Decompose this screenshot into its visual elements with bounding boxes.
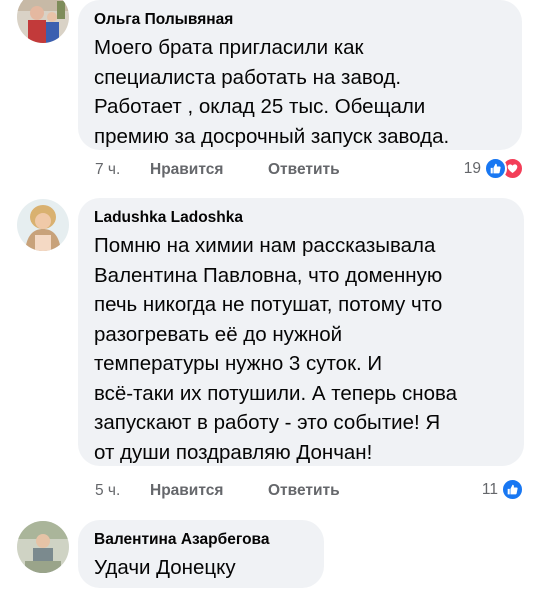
comment-author[interactable]: Ольга Полывяная <box>94 10 506 30</box>
comment-text-line: запускают в работу - это событие! Я <box>94 411 441 434</box>
comment-text-line: специалиста работать на завод. <box>94 65 402 89</box>
like-icon <box>484 157 507 180</box>
like-button[interactable]: Нравится <box>150 482 223 500</box>
comment-text-line: Помню на химии нам рассказывала <box>94 234 436 257</box>
avatar[interactable] <box>17 199 69 251</box>
reply-button[interactable]: Ответить <box>268 482 340 500</box>
reaction-count: 19 <box>463 159 481 177</box>
comment-text-line: температуры нужно 3 суток. И <box>94 352 383 375</box>
avatar[interactable] <box>17 521 69 573</box>
reaction-count: 11 <box>481 480 498 498</box>
avatar-image <box>17 199 69 251</box>
comment-text-line: всё-таки их потушили. А теперь снова <box>94 381 458 405</box>
reply-button[interactable]: Ответить <box>268 161 340 179</box>
reaction-summary[interactable]: 19 <box>464 157 524 180</box>
comment-bubble: Ladushka Ladoshka Помню на химии нам рас… <box>78 198 524 466</box>
comment-text-line: от души поздравляю Дончан! <box>94 440 373 464</box>
like-icon <box>501 478 524 501</box>
comment-text-line: Моего брата пригласили как <box>94 36 364 59</box>
comment-timestamp[interactable]: 5 ч. <box>95 482 120 500</box>
comment-text-line: премию за досрочный запуск завода. <box>94 124 450 148</box>
comment-text-line: Удачи Донецку <box>94 556 236 579</box>
reaction-summary[interactable]: 11 <box>482 478 524 501</box>
comment-text-line: разогревать её до нужной <box>94 322 343 346</box>
comment-bubble: Валентина Азарбегова Удачи Донецку <box>78 520 324 588</box>
avatar-image <box>17 0 69 43</box>
avatar-image <box>17 521 69 573</box>
comment-timestamp[interactable]: 7 ч. <box>95 161 120 179</box>
comment-text-line: Валентина Павловна, что доменную <box>94 263 443 287</box>
like-button[interactable]: Нравится <box>150 161 223 179</box>
comment-bubble: Ольга Полывяная Моего брата пригласили к… <box>78 0 522 150</box>
comment-text: Удачи Донецку <box>94 553 308 583</box>
comment-text: Помню на химии нам рассказывала Валентин… <box>94 231 508 467</box>
comment-author[interactable]: Валентина Азарбегова <box>94 530 308 550</box>
avatar[interactable] <box>17 0 69 43</box>
comment-text: Моего брата пригласили как специалиста р… <box>94 33 506 151</box>
comment-author[interactable]: Ladushka Ladoshka <box>94 208 508 228</box>
comment-text-line: печь никогда не потушат, потому что <box>94 293 443 316</box>
comment-text-line: Работает , оклад 25 тыс. Обещали <box>94 95 426 118</box>
